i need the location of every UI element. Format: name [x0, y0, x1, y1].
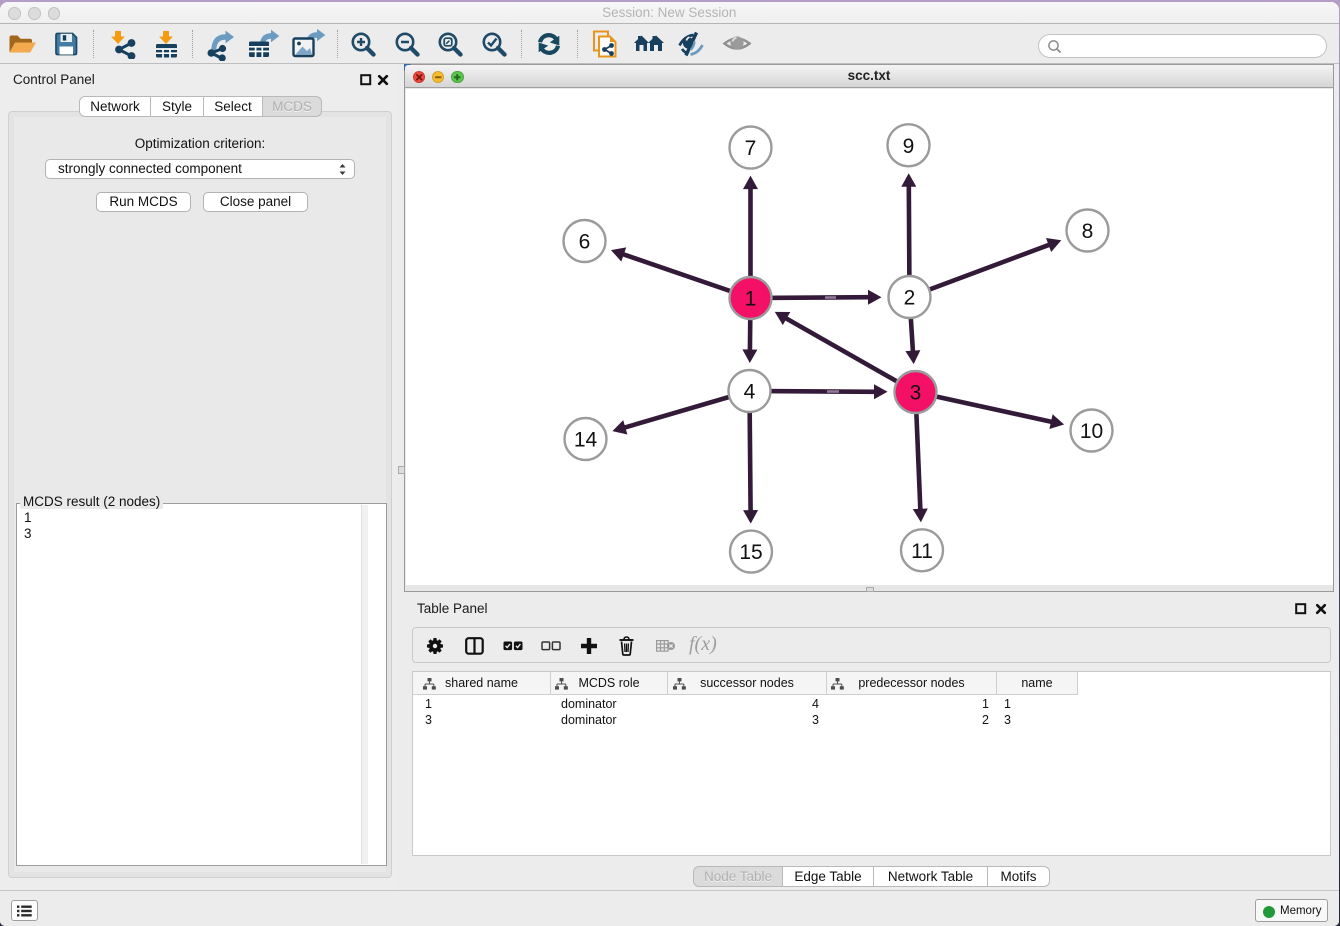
- svg-text:9: 9: [903, 135, 915, 158]
- svg-text:6: 6: [579, 231, 591, 254]
- svg-text:3: 3: [910, 382, 922, 405]
- svg-text:7: 7: [745, 137, 757, 160]
- svg-text:10: 10: [1080, 420, 1103, 443]
- svg-text:1: 1: [745, 288, 757, 311]
- svg-text:4: 4: [744, 381, 756, 404]
- svg-text:14: 14: [574, 429, 598, 452]
- svg-text:15: 15: [739, 541, 762, 564]
- svg-text:2: 2: [904, 287, 916, 310]
- svg-text:11: 11: [911, 540, 933, 563]
- svg-text:8: 8: [1082, 220, 1094, 243]
